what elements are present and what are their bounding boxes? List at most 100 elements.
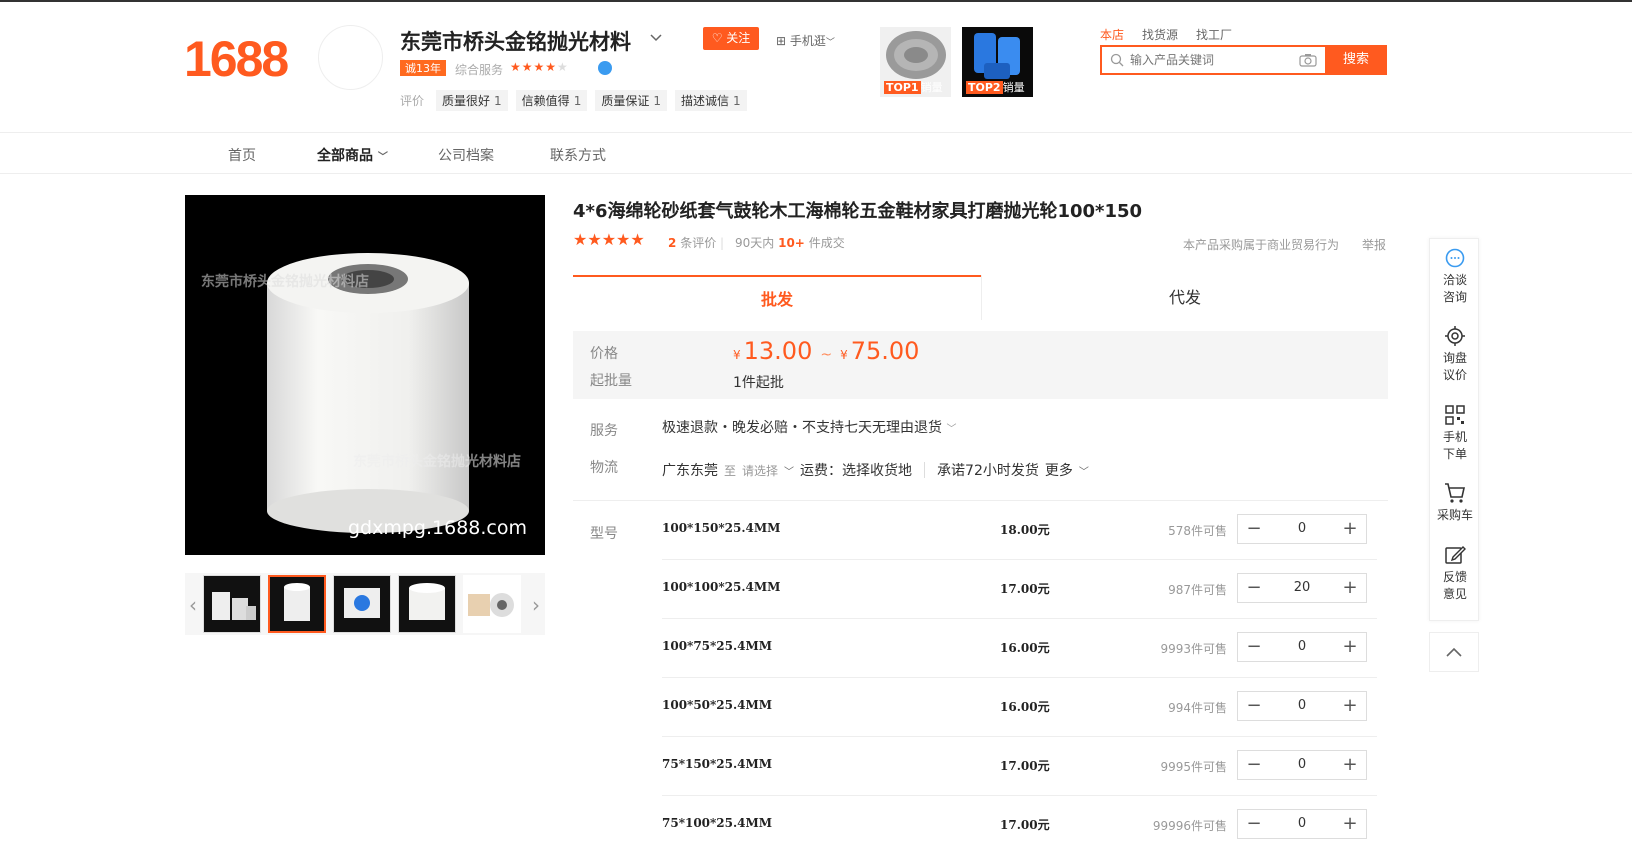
camera-icon[interactable] <box>1299 53 1317 67</box>
tab-dropship[interactable]: 代发 <box>981 275 1388 320</box>
trade-note: 本产品采购属于商业贸易行为 <box>1183 238 1340 252</box>
back-to-top-button[interactable] <box>1429 632 1479 672</box>
verified-icon <box>598 61 612 75</box>
shop-avatar[interactable] <box>318 25 383 90</box>
minus-button[interactable]: − <box>1238 515 1270 543</box>
minus-button[interactable]: − <box>1238 810 1270 838</box>
review-count[interactable]: 2 条评价 | <box>668 234 724 251</box>
rating-tag-count: 1 <box>653 94 661 108</box>
quantity-input[interactable]: 0 <box>1270 751 1334 779</box>
cart-button[interactable]: 采购车 <box>1430 482 1480 524</box>
plus-button[interactable]: + <box>1334 692 1366 720</box>
heart-icon: ♡ <box>711 31 723 45</box>
chevron-right-icon[interactable]: › <box>532 593 540 617</box>
thumbnail[interactable] <box>463 575 521 633</box>
quantity-stepper: − 0 + <box>1237 809 1367 839</box>
follow-button[interactable]: ♡ 关注 <box>703 27 759 50</box>
price-label: 价格 <box>590 346 618 362</box>
rating-tag-count: 1 <box>733 94 741 108</box>
thumbnail[interactable] <box>398 575 456 633</box>
top-product-2[interactable]: TOP2 销量 <box>962 27 1033 97</box>
chevron-down-icon[interactable] <box>648 31 664 45</box>
nav-all-products[interactable]: 全部商品 ﹀ <box>317 145 388 165</box>
quantity-stepper: − 0 + <box>1237 514 1367 544</box>
service-label: 综合服务 <box>455 63 504 77</box>
consult-button[interactable]: 洽谈 咨询 <box>1430 247 1480 306</box>
moq-label: 起批量 <box>590 373 632 389</box>
sku-price: 17.00元 <box>1000 818 1050 832</box>
plus-button[interactable]: + <box>1334 751 1366 779</box>
product-main-image[interactable]: 东莞市桥头金铭抛光材料店 东莞市桥头金铭抛光材料店 gdxmpg.1688.co… <box>185 195 545 555</box>
site-logo[interactable]: 1688 <box>184 30 289 88</box>
quantity-input[interactable]: 0 <box>1270 810 1334 838</box>
rating-tag: 质量很好 1 <box>436 90 508 111</box>
nav-home[interactable]: 首页 <box>228 145 256 165</box>
plus-button[interactable]: + <box>1334 633 1366 661</box>
sku-row: 75*100*25.4MM 17.00元 99996件可售 − 0 + <box>662 796 1377 855</box>
quantity-input[interactable]: 0 <box>1270 633 1334 661</box>
feedback-line1: 反馈 <box>1442 570 1467 584</box>
minus-button[interactable]: − <box>1238 633 1270 661</box>
years-badge: 诚13年 <box>400 60 446 76</box>
thumbnail[interactable] <box>333 575 391 633</box>
inquiry-line2: 议价 <box>1442 368 1467 382</box>
sold-count: 10+ <box>778 236 805 250</box>
sku-price: 17.00元 <box>1000 759 1050 773</box>
rating-tag: 信赖值得 1 <box>515 90 588 111</box>
product-rating-stars: ★★★★★ <box>573 230 645 249</box>
sku-stock: 994件可售 <box>1168 701 1227 715</box>
mobile-order-button[interactable]: 手机 下单 <box>1430 404 1480 463</box>
search-input[interactable] <box>1130 53 1300 67</box>
quantity-input[interactable]: 20 <box>1270 574 1334 602</box>
top-product-label: TOP1 销量 <box>884 79 943 95</box>
follow-label: 关注 <box>726 31 751 45</box>
shop-name[interactable]: 东莞市桥头金铭抛光材料 <box>400 26 631 56</box>
more-link[interactable]: 更多 <box>1045 460 1073 480</box>
sku-stock: 9995件可售 <box>1160 760 1227 774</box>
top-product-1[interactable]: TOP1 销量 <box>880 27 951 97</box>
report-link[interactable]: 举报 <box>1362 236 1386 253</box>
logistics-row-label: 物流 <box>590 460 618 476</box>
chevron-down-icon: ﹀ <box>825 38 835 48</box>
nav-company-profile[interactable]: 公司档案 <box>438 145 494 165</box>
search-tab-factory[interactable]: 找工厂 <box>1196 26 1232 43</box>
sku-stock: 987件可售 <box>1168 583 1227 597</box>
search-scope-tabs: 本店 找货源 找工厂 <box>1100 26 1232 43</box>
plus-button[interactable]: + <box>1334 515 1366 543</box>
rating-tag: 质量保证 1 <box>595 90 667 111</box>
minus-button[interactable]: − <box>1238 692 1270 720</box>
plus-button[interactable]: + <box>1334 810 1366 838</box>
search-tab-shop[interactable]: 本店 <box>1100 26 1124 43</box>
search-button[interactable]: 搜索 <box>1325 45 1387 75</box>
search-icon <box>1110 53 1124 67</box>
rating-tag-label: 信赖值得 <box>521 94 570 108</box>
search-tab-source[interactable]: 找货源 <box>1142 26 1178 43</box>
quantity-input[interactable]: 0 <box>1270 515 1334 543</box>
inquiry-line1: 询盘 <box>1442 351 1467 365</box>
tab-wholesale[interactable]: 批发 <box>573 275 981 320</box>
feedback-button[interactable]: 反馈 意见 <box>1430 544 1480 603</box>
service-terms[interactable]: 极速退款・晚发必赔・不支持七天无理由退货 ﹀ <box>662 417 956 437</box>
minus-button[interactable]: − <box>1238 751 1270 779</box>
sku-stock: 9993件可售 <box>1160 642 1227 656</box>
chevron-down-icon[interactable]: ﹀ <box>784 463 794 478</box>
chevron-down-icon[interactable]: ﹀ <box>1079 463 1089 478</box>
price-min: 13.00 <box>743 337 813 365</box>
plus-button[interactable]: + <box>1334 574 1366 602</box>
nav-contact[interactable]: 联系方式 <box>550 145 606 165</box>
inquiry-button[interactable]: 询盘 议价 <box>1430 325 1480 384</box>
qr-small-icon: ⊞ <box>776 34 787 48</box>
mobile-browse-link[interactable]: ⊞ 手机逛﹀ <box>776 32 835 49</box>
thumbnail-active[interactable] <box>268 575 326 633</box>
chevron-left-icon[interactable]: ‹ <box>189 593 197 617</box>
minus-button[interactable]: − <box>1238 574 1270 602</box>
destination-select[interactable]: 请选择 <box>742 462 778 479</box>
rating-tag-count: 1 <box>573 94 582 108</box>
product-title: 4*6海绵轮砂纸套气鼓轮木工海棉轮五金鞋材家具打磨抛光轮100*150 <box>573 201 1143 222</box>
floating-toolbar: 洽谈 咨询 询盘 议价 手机 下单 采购车 反馈 意见 <box>1429 238 1479 621</box>
watermark-mid: 东莞市桥头金铭抛光材料店 <box>353 454 521 470</box>
thumbnail[interactable] <box>203 575 261 633</box>
watermark-url: gdxmpg.1688.com <box>348 517 528 539</box>
quantity-input[interactable]: 0 <box>1270 692 1334 720</box>
cart-icon <box>1445 483 1465 503</box>
